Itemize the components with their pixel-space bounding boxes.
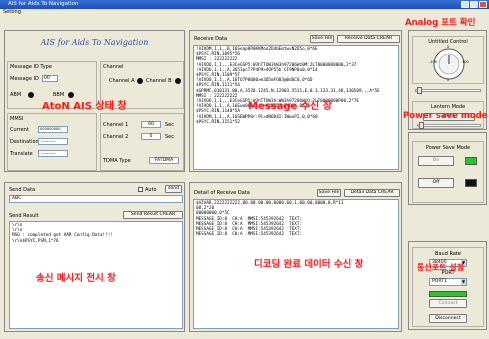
annotation-analog-port: Analog 포트 확인 (405, 18, 476, 28)
power-on-button[interactable]: On (418, 156, 454, 166)
lantern-slider[interactable] (417, 124, 481, 127)
send-data-input[interactable]: ABC (9, 195, 183, 203)
channel-label: Channel (103, 64, 124, 70)
destination-label: Destination (10, 139, 39, 145)
detail-data-line: MESSAGE_ID:8 CH:A MMSI:545392642 TEXT: (196, 232, 303, 238)
detail-data-clear-button[interactable]: Detail Data CREAR (344, 189, 400, 197)
auto-checkbox[interactable] (138, 187, 143, 192)
power-save-title: Power Save Mode (425, 145, 471, 151)
lantern-slider-thumb[interactable] (419, 122, 424, 129)
power-save-panel: Power Save Mode On Off (408, 132, 487, 205)
baud-rate-label: Baud Rate (435, 251, 461, 257)
disconnect-button[interactable]: Disconnect (429, 314, 467, 323)
power-off-button[interactable]: Off (418, 178, 454, 188)
panel-header: AIS for Aids To Navigation (40, 38, 149, 47)
channel2-label: Channel 2 (103, 134, 129, 140)
mmsi-group: MMSI Current 000000000 Destination -----… (7, 113, 97, 171)
menu-setting[interactable]: Setting (3, 9, 21, 15)
port-group: Baud Rate 38400 ▼ PORT PORT1 ▼ Connect D… (412, 247, 484, 327)
send-result-clear-button[interactable]: Send Result CREAR (123, 211, 183, 219)
maximize-button[interactable] (470, 1, 478, 8)
annotation-power-save: Power save mode (403, 111, 488, 121)
analog-knob-icon[interactable] (432, 47, 466, 81)
receive-data-label: Receive Data (194, 36, 228, 42)
current-label: Current (10, 127, 29, 133)
tdma-type-field[interactable]: FATDMA (149, 157, 179, 164)
minimize-button[interactable] (461, 1, 469, 8)
channel-b-led (175, 78, 181, 84)
power-on-indicator (465, 157, 477, 165)
abm-label: ABM (10, 92, 22, 98)
send-result-label: Send Result (9, 213, 39, 219)
annotation-comm-port: 통신포트 설정 (417, 263, 464, 272)
window-title-bar: AIS for Aids To Navigation (0, 0, 489, 9)
abm-led (28, 92, 34, 98)
message-id-field[interactable]: 00 (42, 75, 58, 82)
annotation-send-msg: 송신 메시지 전시 창 (36, 273, 116, 284)
tdma-type-label: TDMA Type (103, 158, 131, 164)
connect-indicator (429, 291, 467, 297)
gauge-tick-3: 100 (462, 60, 469, 64)
channel-a-led (137, 78, 143, 84)
annotation-aton-status: AtoN AIS 상태 창 (42, 101, 127, 112)
receive-data-line: $PSYC,RIN,1151*52 (196, 119, 240, 125)
window-controls (461, 1, 487, 8)
analog-slider[interactable] (415, 89, 481, 92)
channel1-label: Channel 1 (103, 122, 129, 128)
send-button[interactable]: send (165, 185, 182, 193)
annotation-decode-rx: 디코딩 완료 데이터 수신 창 (254, 259, 364, 270)
destination-field[interactable]: ---------- (38, 138, 68, 145)
translate-label: Translate (10, 151, 33, 157)
message-id-type-label: Message ID Type (10, 64, 52, 70)
port-panel: Baud Rate 38400 ▼ PORT PORT1 ▼ Connect D… (408, 241, 487, 330)
channel-b-label: Channel B (146, 78, 172, 84)
window-title: AIS for Aids To Navigation (8, 1, 79, 7)
receive-data-clear-button[interactable]: Receive Data CREAR (337, 35, 400, 43)
message-id-label: Message ID (10, 76, 39, 82)
channel2-field[interactable]: 0 (141, 133, 161, 140)
gauge-tick-2: 0 (447, 45, 450, 49)
port-value: PORT1 (432, 279, 447, 284)
analog-gauge-frame: Untitled Control -100 100 0 0 (412, 36, 484, 84)
translate-field[interactable]: ---------- (38, 150, 68, 157)
channel2-sec-label: Sec (165, 134, 174, 140)
mmsi-label: MMSI (10, 116, 24, 122)
gauge-tick-4: 0 (447, 78, 450, 82)
power-off-indicator (465, 179, 477, 187)
channel1-field[interactable]: 60 (141, 121, 161, 128)
send-result-line: \r\n$PSYC,PSM,1*76 (12, 238, 59, 244)
slot-group: Channel 1 60 Sec Channel 2 0 Sec TDMA Ty… (100, 113, 184, 171)
detail-save-file-button[interactable]: Save File (317, 189, 341, 197)
chevron-down-icon: ▼ (461, 279, 466, 285)
connect-button[interactable]: Connect (429, 299, 467, 308)
lantern-mode-title: Lantern Mode (430, 104, 466, 110)
power-save-group: Power Save Mode On Off (412, 141, 484, 203)
send-data-label: Send Data (9, 187, 36, 193)
gauge-tick-1: -100 (429, 60, 437, 64)
detail-data-label: Detail of Receive Data (194, 190, 250, 196)
current-mmsi-field[interactable]: 000000000 (38, 126, 68, 133)
channel-a-label: Channel A (109, 78, 135, 84)
channel1-sec-label: Sec (165, 122, 174, 128)
send-panel: Send Data Auto send ABC Send Result Send… (4, 182, 185, 332)
port-select[interactable]: PORT1 ▼ (429, 278, 467, 286)
analog-slider-thumb[interactable] (417, 87, 422, 94)
annotation-message-rx: Message 수신 창 (248, 101, 332, 112)
receive-save-file-button[interactable]: Save File (310, 35, 334, 43)
close-button[interactable] (479, 1, 487, 8)
auto-label: Auto (145, 187, 157, 193)
menu-bar: Setting (0, 9, 489, 16)
